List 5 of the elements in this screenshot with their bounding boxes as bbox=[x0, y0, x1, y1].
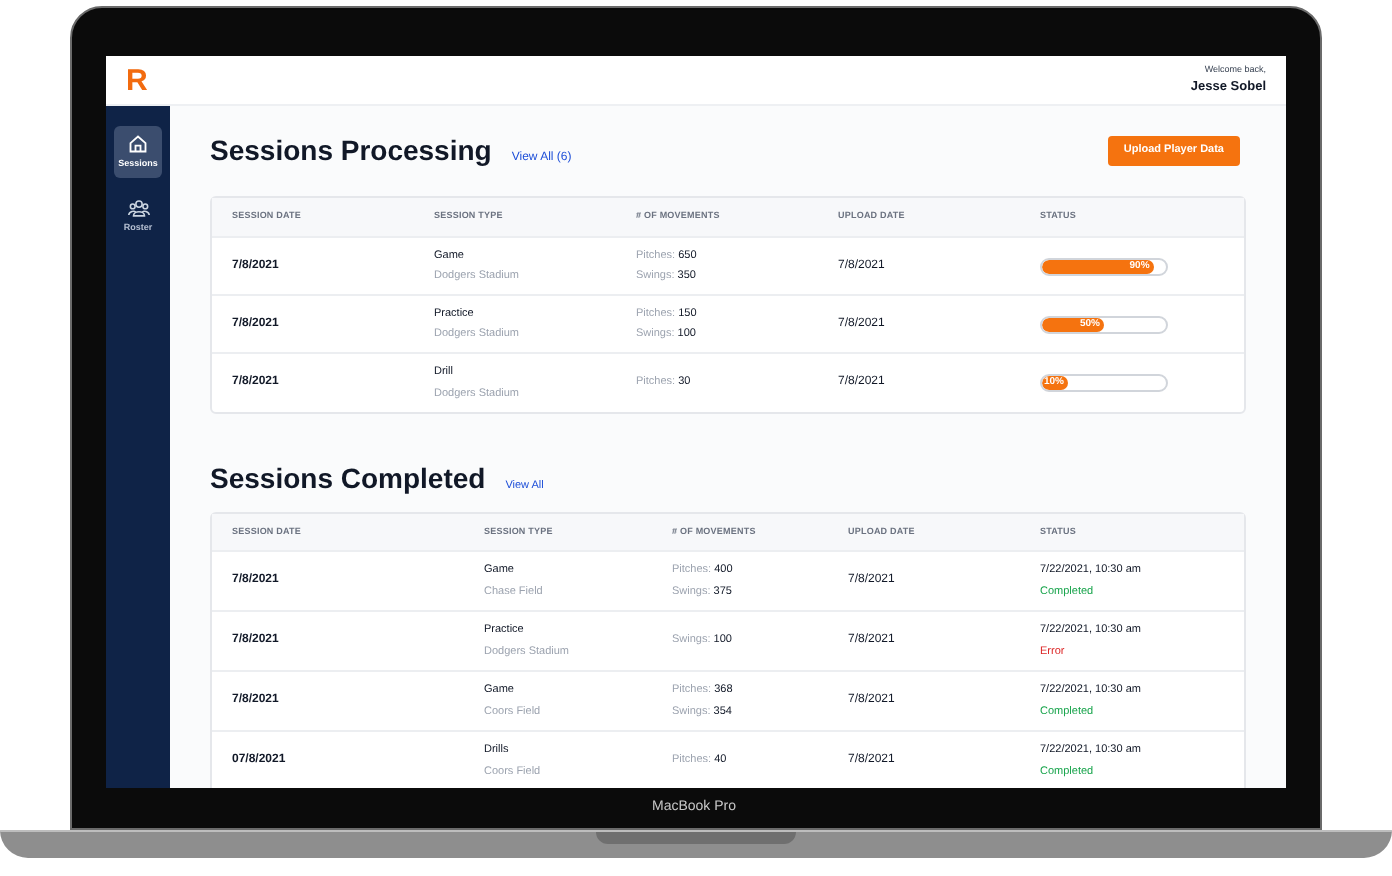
section-title: Sessions Completed bbox=[210, 460, 486, 498]
section-title: Sessions Processing bbox=[210, 131, 492, 170]
logo: R bbox=[126, 65, 148, 95]
home-icon bbox=[128, 133, 148, 154]
people-icon bbox=[127, 197, 149, 218]
